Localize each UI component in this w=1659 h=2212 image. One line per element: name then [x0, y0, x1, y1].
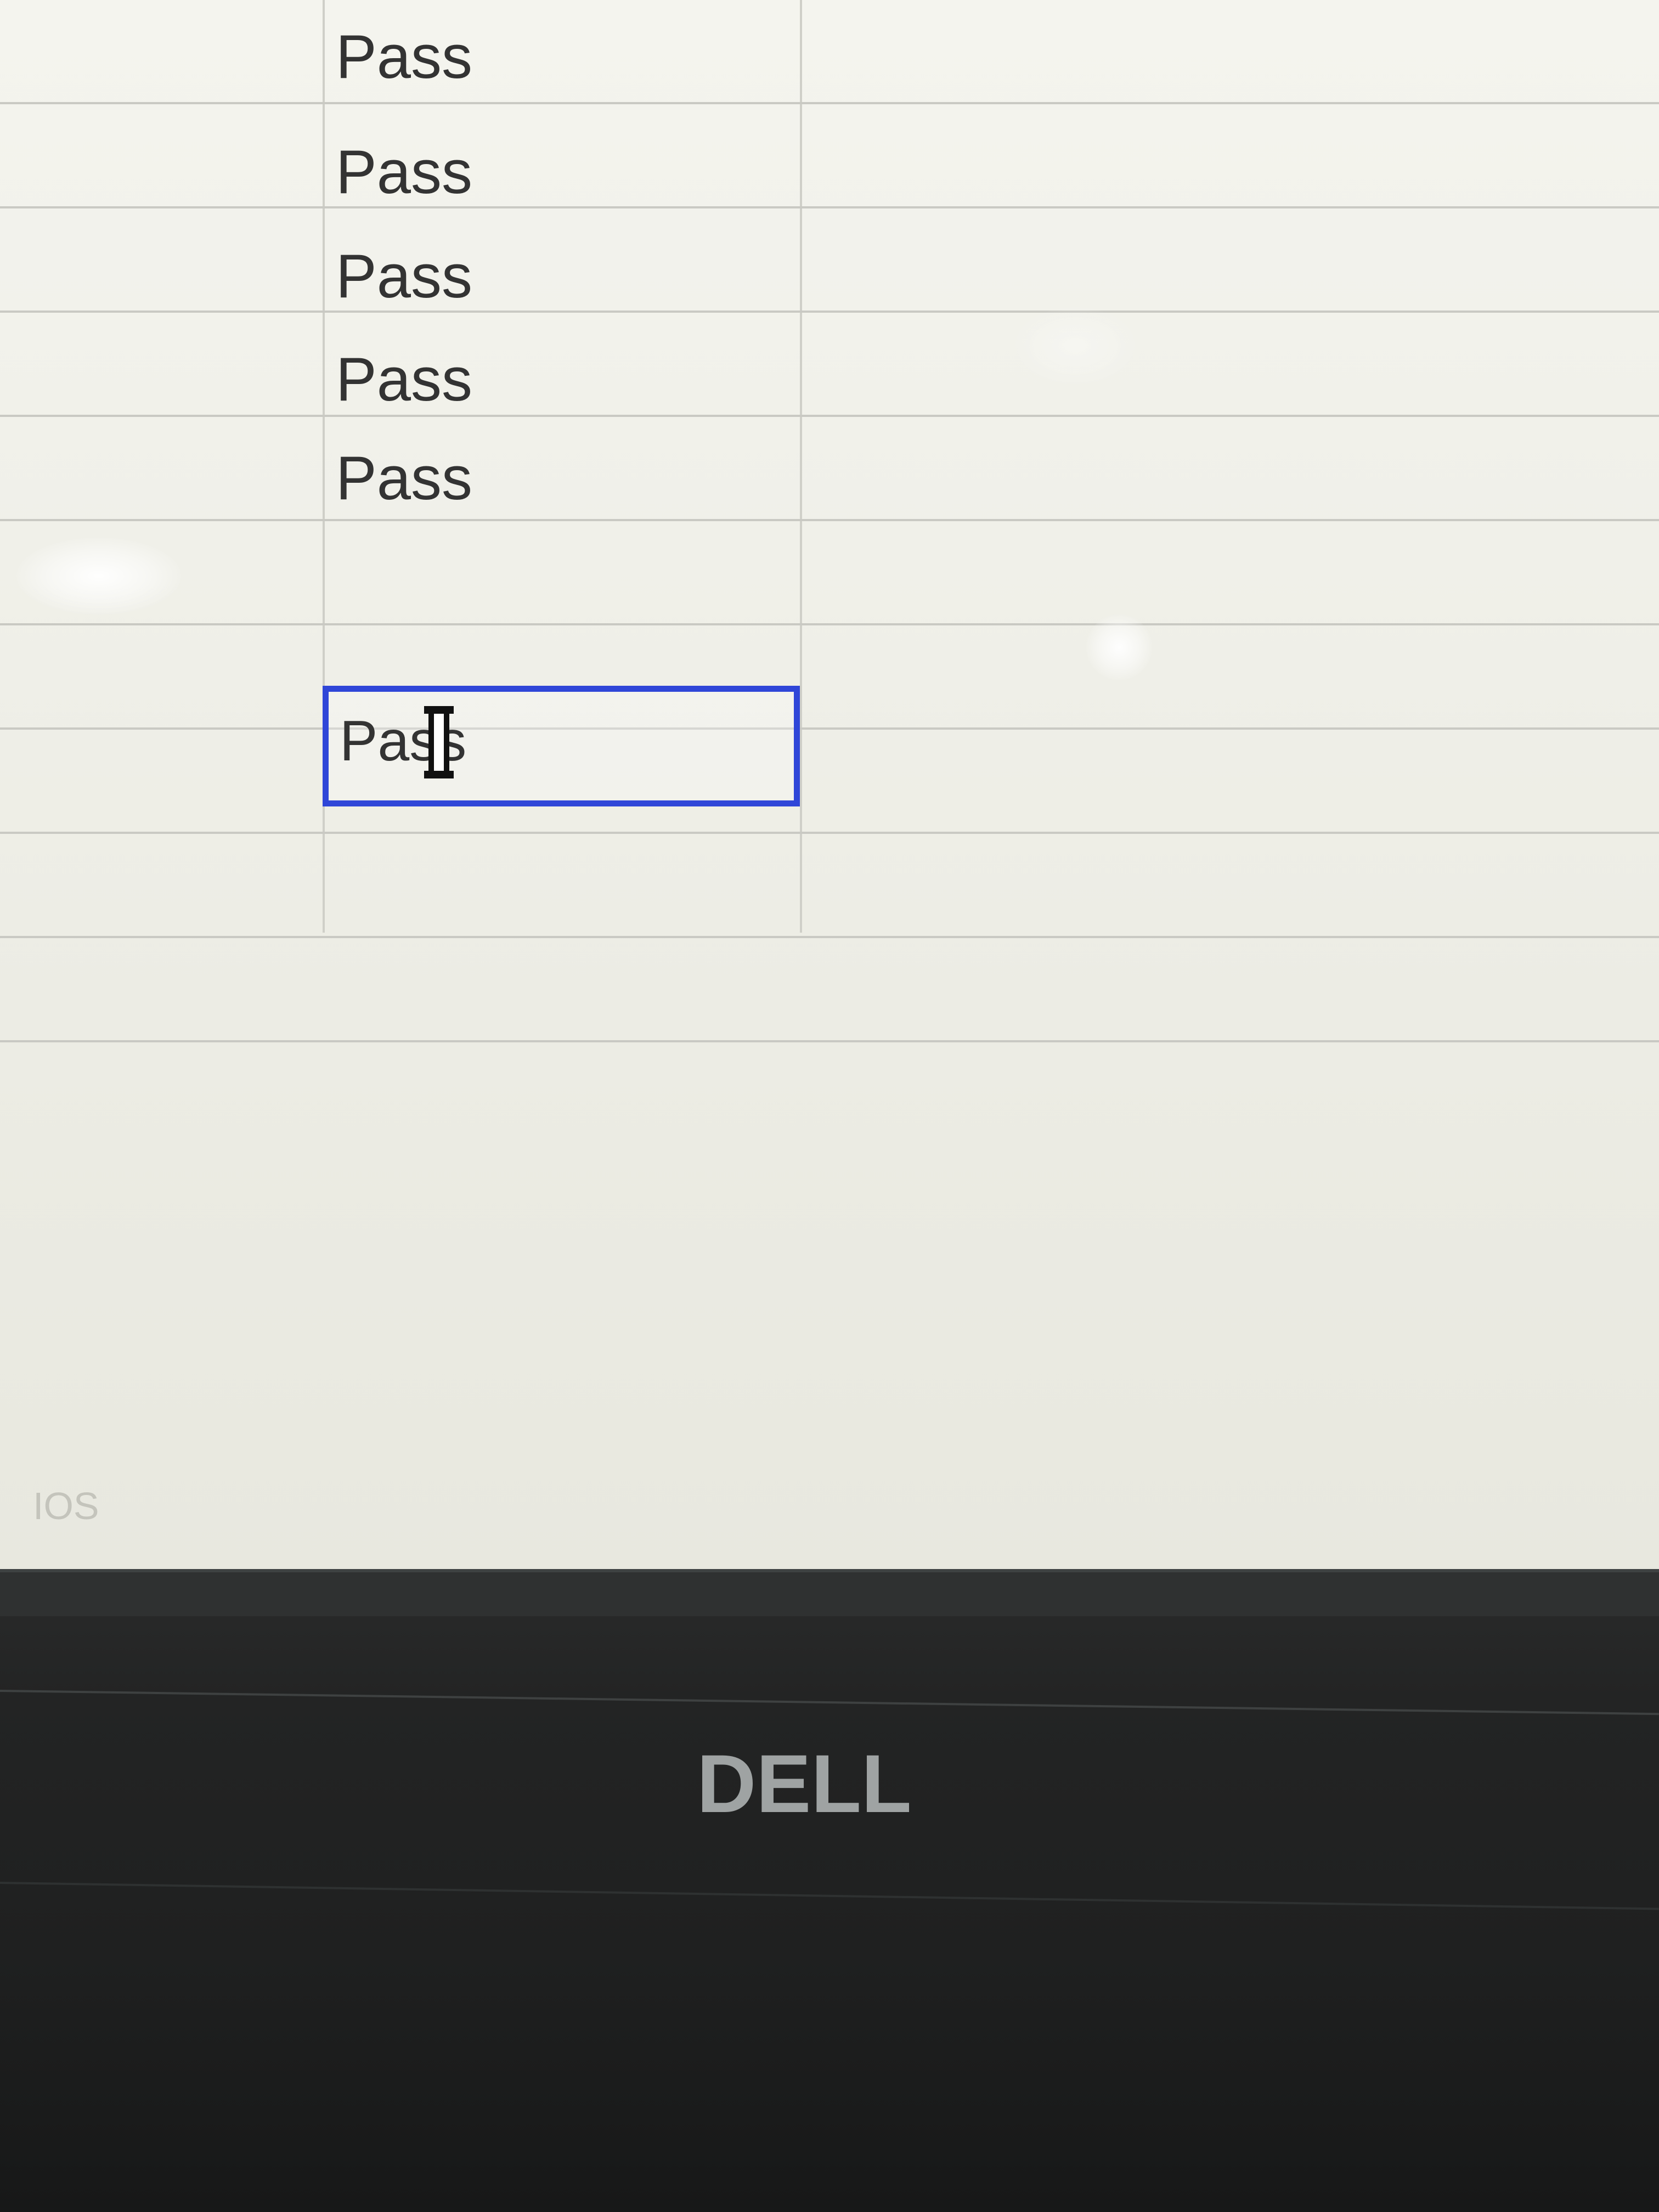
monitor-bezel: [0, 1569, 1659, 2212]
screen-glare: [1086, 614, 1152, 680]
cell-value: Pass: [336, 22, 472, 91]
photo-of-monitor: Pass Pass Pass Pass Pass Pass IOS DELL: [0, 0, 1659, 2212]
cell-value: Pass: [336, 242, 472, 311]
active-cell-editor[interactable]: Pass: [323, 686, 800, 806]
cell-value: Pass: [336, 138, 472, 206]
table-row[interactable]: Pass: [0, 104, 1659, 208]
table-row[interactable]: [0, 730, 1659, 834]
table-row[interactable]: [0, 938, 1659, 1042]
table-row[interactable]: Pass: [0, 208, 1659, 313]
dell-logo: DELL: [697, 1737, 912, 1830]
sheet-tab[interactable]: IOS: [33, 1484, 99, 1528]
table-row[interactable]: [0, 625, 1659, 730]
table-row[interactable]: [0, 521, 1659, 625]
cell-value: Pass: [336, 444, 472, 512]
screen-glare: [1015, 307, 1136, 384]
spreadsheet-grid: Pass Pass Pass Pass Pass Pass IOS: [0, 0, 1659, 1580]
screen-glare: [16, 538, 181, 614]
bezel-edge: [0, 1569, 1659, 1616]
cell-value: Pass: [336, 345, 472, 414]
table-row[interactable]: Pass: [0, 417, 1659, 521]
table-row[interactable]: Pass: [0, 313, 1659, 417]
table-row[interactable]: Pass: [0, 0, 1659, 104]
monitor-screen: Pass Pass Pass Pass Pass Pass IOS: [0, 0, 1659, 1580]
table-row[interactable]: [0, 834, 1659, 938]
text-cursor-icon: [424, 706, 454, 778]
